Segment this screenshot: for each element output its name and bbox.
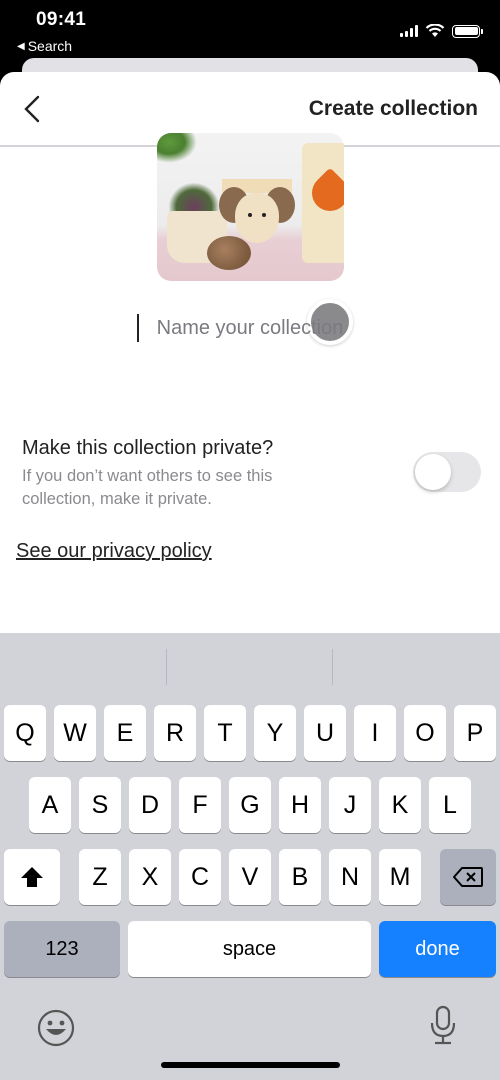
key-c[interactable]: C <box>179 849 221 905</box>
shift-key[interactable] <box>4 849 60 905</box>
text-cursor <box>137 314 139 342</box>
key-e[interactable]: E <box>104 705 146 761</box>
key-g[interactable]: G <box>229 777 271 833</box>
page-title: Create collection <box>308 97 478 120</box>
collection-name-input[interactable] <box>60 310 440 346</box>
cellular-signal-icon <box>400 25 418 37</box>
key-b[interactable]: B <box>279 849 321 905</box>
collection-cover-image[interactable] <box>157 133 344 281</box>
space-key[interactable]: space <box>128 921 371 977</box>
suggestion-bar <box>0 633 500 693</box>
back-to-app-label: Search <box>27 38 73 54</box>
key-l[interactable]: L <box>429 777 471 833</box>
wifi-icon <box>425 24 445 37</box>
key-o[interactable]: O <box>404 705 446 761</box>
key-j[interactable]: J <box>329 777 371 833</box>
private-toggle[interactable] <box>413 452 481 492</box>
key-p[interactable]: P <box>454 705 496 761</box>
key-x[interactable]: X <box>129 849 171 905</box>
status-icons <box>400 24 483 38</box>
emoji-button[interactable] <box>36 1008 76 1053</box>
emoji-icon <box>37 1009 75 1047</box>
image-detail <box>248 213 252 217</box>
key-k[interactable]: K <box>379 777 421 833</box>
toggle-knob <box>415 454 451 490</box>
back-triangle-icon: ◀ <box>17 40 25 52</box>
key-s[interactable]: S <box>79 777 121 833</box>
status-bar: 09:41 ◀ Search <box>0 0 500 60</box>
key-a[interactable]: A <box>29 777 71 833</box>
shift-icon <box>21 867 43 887</box>
key-f[interactable]: F <box>179 777 221 833</box>
key-y[interactable]: Y <box>254 705 296 761</box>
keyboard: Q W E R T Y U I O P A S D F G H J K L Z X C V B N M 123 space done <box>0 633 500 1080</box>
microphone-icon <box>430 1005 456 1045</box>
status-time: 09:41 <box>36 9 87 30</box>
key-m[interactable]: M <box>379 849 421 905</box>
backspace-icon <box>453 867 483 887</box>
key-z[interactable]: Z <box>79 849 121 905</box>
key-w[interactable]: W <box>54 705 96 761</box>
key-r[interactable]: R <box>154 705 196 761</box>
numbers-key[interactable]: 123 <box>4 921 120 977</box>
key-d[interactable]: D <box>129 777 171 833</box>
image-detail <box>207 236 251 270</box>
suggestion-divider <box>332 649 333 685</box>
key-u[interactable]: U <box>304 705 346 761</box>
chevron-left-icon <box>24 95 40 123</box>
key-t[interactable]: T <box>204 705 246 761</box>
key-v[interactable]: V <box>229 849 271 905</box>
key-q[interactable]: Q <box>4 705 46 761</box>
key-n[interactable]: N <box>329 849 371 905</box>
dictation-button[interactable] <box>428 1005 458 1052</box>
key-i[interactable]: I <box>354 705 396 761</box>
image-detail <box>157 133 197 163</box>
privacy-policy-link[interactable]: See our privacy policy <box>16 540 212 563</box>
private-setting-title: Make this collection private? <box>22 437 274 459</box>
image-detail <box>262 213 266 217</box>
delete-key[interactable] <box>440 849 496 905</box>
battery-icon <box>452 24 483 38</box>
home-indicator <box>161 1062 340 1068</box>
key-h[interactable]: H <box>279 777 321 833</box>
back-to-app-link[interactable]: ◀ Search <box>17 38 72 54</box>
suggestion-divider <box>166 649 167 685</box>
private-setting-description: If you don’t want others to see this col… <box>22 467 273 508</box>
image-detail <box>235 193 279 243</box>
done-key[interactable]: done <box>379 921 496 977</box>
back-button[interactable] <box>18 92 48 126</box>
